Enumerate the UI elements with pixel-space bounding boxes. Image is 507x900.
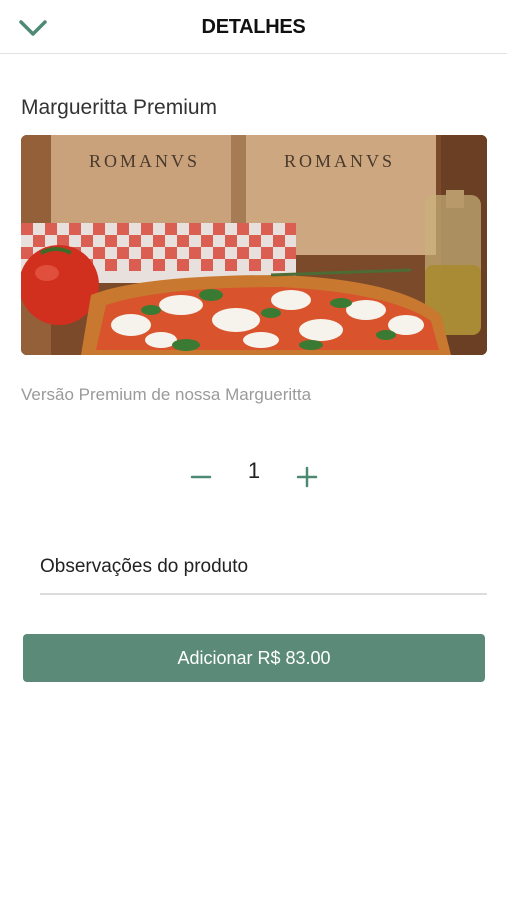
- product-image: ROMANVS ROMANVS: [21, 135, 487, 355]
- decrease-quantity-button[interactable]: [186, 462, 216, 492]
- box-logo-left: ROMANVS: [89, 151, 200, 171]
- minus-icon: [190, 475, 212, 479]
- add-to-cart-button[interactable]: Adicionar R$ 83.00: [23, 634, 485, 682]
- product-description: Versão Premium de nossa Margueritta: [21, 385, 312, 404]
- page-title: DETALHES: [201, 16, 306, 38]
- increase-quantity-button[interactable]: [292, 462, 322, 492]
- header: DETALHES: [0, 0, 507, 54]
- quantity-stepper: 1: [0, 450, 507, 500]
- plus-icon: [296, 466, 318, 488]
- box-logo-right: ROMANVS: [284, 151, 395, 171]
- product-notes-input[interactable]: [40, 540, 487, 595]
- product-name: Margueritta Premium: [21, 96, 218, 119]
- quantity-value: 1: [247, 458, 261, 483]
